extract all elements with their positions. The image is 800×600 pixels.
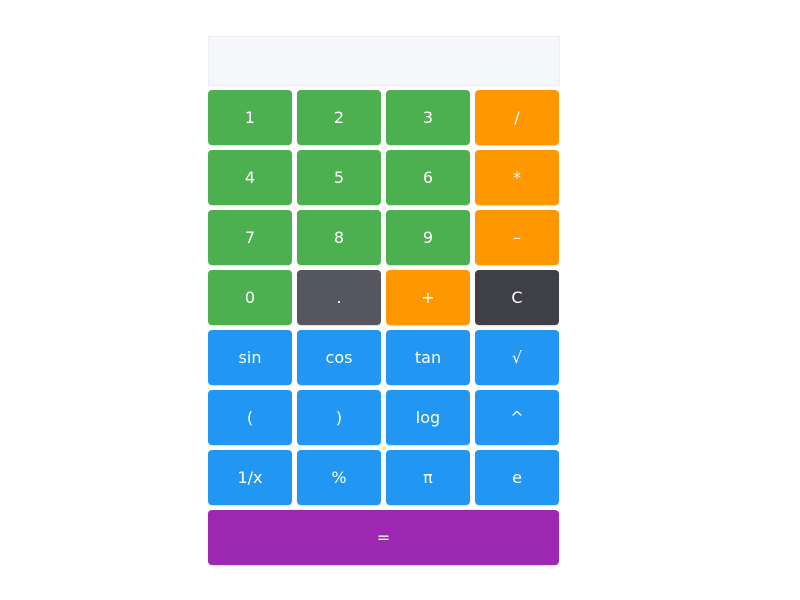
digit-3-button[interactable]: 3: [386, 90, 470, 145]
sin-button[interactable]: sin: [208, 330, 292, 385]
subtract-button[interactable]: –: [475, 210, 559, 265]
decimal-button[interactable]: .: [297, 270, 381, 325]
calculator-display[interactable]: [208, 36, 560, 86]
euler-button[interactable]: e: [475, 450, 559, 505]
power-button[interactable]: ^: [475, 390, 559, 445]
add-button[interactable]: +: [386, 270, 470, 325]
digit-2-button[interactable]: 2: [297, 90, 381, 145]
tan-button[interactable]: tan: [386, 330, 470, 385]
cos-button[interactable]: cos: [297, 330, 381, 385]
equals-button[interactable]: =: [208, 510, 559, 565]
digit-0-button[interactable]: 0: [208, 270, 292, 325]
divide-button[interactable]: /: [475, 90, 559, 145]
close-paren-button[interactable]: ): [297, 390, 381, 445]
digit-7-button[interactable]: 7: [208, 210, 292, 265]
sqrt-button[interactable]: √: [475, 330, 559, 385]
digit-1-button[interactable]: 1: [208, 90, 292, 145]
button-grid: 1 2 3/ 4 5 6 * 7 8 9– 0. + Csin cos tan √ () log ^ 1/x% π e =: [208, 90, 560, 565]
digit-6-button[interactable]: 6: [386, 150, 470, 205]
percent-button[interactable]: %: [297, 450, 381, 505]
digit-9-button[interactable]: 9: [386, 210, 470, 265]
calculator: 1 2 3/ 4 5 6 * 7 8 9– 0. + Csin cos tan √ () log ^ 1/x% π e =: [208, 36, 560, 565]
clear-button[interactable]: C: [475, 270, 559, 325]
digit-5-button[interactable]: 5: [297, 150, 381, 205]
multiply-button[interactable]: *: [475, 150, 559, 205]
digit-4-button[interactable]: 4: [208, 150, 292, 205]
digit-8-button[interactable]: 8: [297, 210, 381, 265]
open-paren-button[interactable]: (: [208, 390, 292, 445]
log-button[interactable]: log: [386, 390, 470, 445]
reciprocal-button[interactable]: 1/x: [208, 450, 292, 505]
pi-button[interactable]: π: [386, 450, 470, 505]
